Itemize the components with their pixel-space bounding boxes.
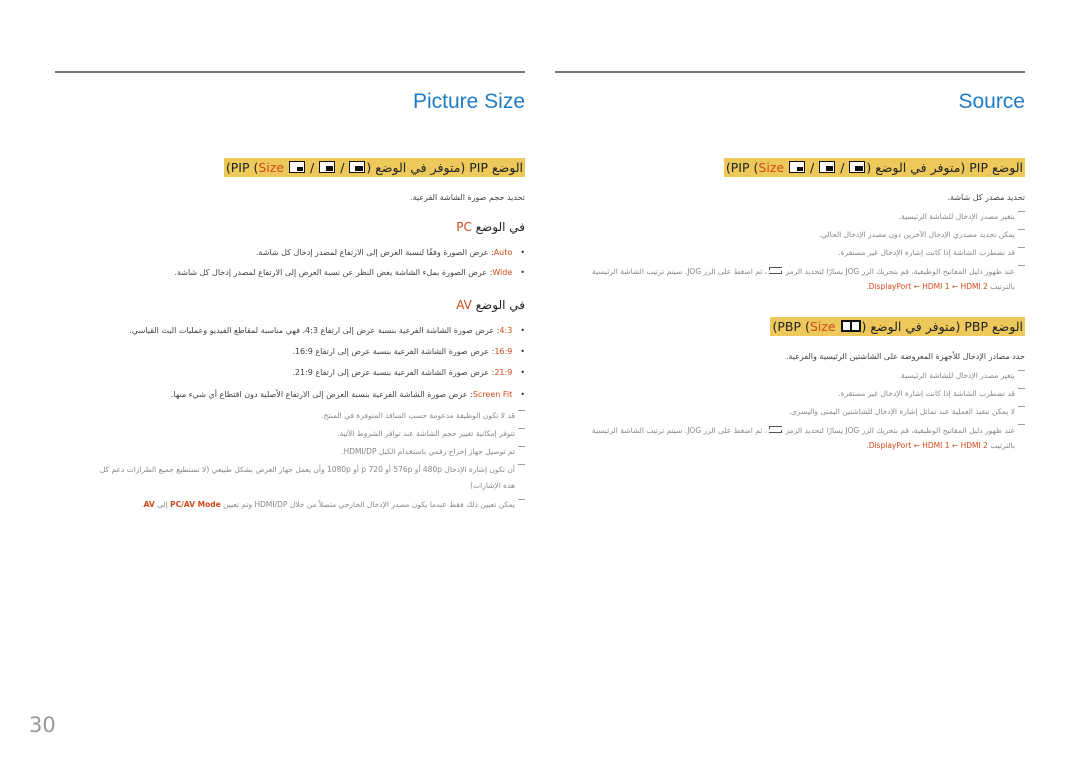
note: تم توصيل جهاز إخراج رقمي باستخدام الكبل … — [341, 446, 525, 456]
pip-mode-heading: الوضع PIP (متوفر في الوضع PIP (Size / / … — [723, 158, 1025, 177]
pip-medium-icon — [819, 161, 836, 173]
note: تتوفر إمكانية تغيير حجم الشاشة عند توافر… — [337, 428, 525, 438]
section-title: Picture Size — [412, 90, 525, 113]
note: أن تكون إشارة الإدخال 480p أو 576p أو 72… — [100, 464, 526, 474]
option-text: : عرض الصورة بملء الشاشة بغض النظر عن نس… — [174, 268, 493, 277]
option-key: Screen Fit — [472, 390, 513, 399]
note-pc-av-mode: يمكن تعيين ذلك فقط عندما يكون مصدر الإدخ… — [141, 499, 525, 509]
picture-size-description: تحديد حجم صورة الشاشة الفرعية. — [410, 193, 525, 202]
note-order: بالترتيب DisplayPort ← HDMI 1 ← HDMI 2. — [866, 282, 1015, 291]
pip-small-icon — [789, 161, 806, 173]
pc-item-wide: Wide: عرض الصورة بملء الشاشة بغض النظر ع… — [174, 268, 525, 277]
pip-large-icon — [849, 161, 866, 173]
note: يتغير مصدر الإدخال للشاشة الرئيسية. — [899, 211, 1026, 221]
note-text: ، ثم اضغط على الزر JOG. سيتم ترتيب الشاش… — [592, 426, 768, 435]
swap-icon — [769, 425, 783, 434]
page-number: 30 — [29, 713, 56, 737]
option-key: 16:9 — [494, 347, 513, 356]
section-divider — [55, 71, 525, 73]
option-text: : عرض صورة الشاشة الفرعية بنسبة العرض إل… — [170, 390, 473, 399]
note-text: بالترتيب — [987, 441, 1015, 450]
note: لا يمكن تنفيذ العملية عند تماثل إشارة ال… — [789, 406, 1026, 416]
note-text: إلى — [154, 500, 171, 509]
menu-key: PC/AV Mode — [170, 500, 221, 509]
option-key: Wide — [492, 268, 513, 277]
pbp-icon — [840, 320, 861, 332]
separator: / — [806, 160, 819, 175]
separator: / — [336, 160, 349, 175]
note-text: بالترتيب — [987, 282, 1015, 291]
size-label: Size — [758, 160, 785, 175]
source-order: DisplayPort ← HDMI 1 ← HDMI 2 — [868, 441, 988, 450]
note: يتغير مصدر الإدخال للشاشة الرئيسية. — [899, 370, 1026, 380]
av-item-21-9: 21:9: عرض صورة الشاشة الفرعية بنسبة عرض … — [292, 368, 525, 377]
pip-large-icon — [349, 161, 366, 173]
pip-mode-heading: الوضع PIP (متوفر في الوضع PIP (Size / / … — [223, 158, 525, 177]
mode-label: PC — [456, 220, 472, 234]
menu-key: AV — [143, 500, 155, 509]
av-item-16-9: 16:9: عرض صورة الشاشة الفرعية بنسبة عرض … — [292, 347, 525, 356]
pbp-mode-heading: الوضع PBP (متوفر في الوضع PBP (Size )) — [770, 317, 1025, 336]
option-text: : عرض الصورة وفقًا لنسبة العرض إلى الارت… — [255, 248, 494, 257]
av-mode-heading: في الوضع AV — [456, 298, 525, 312]
separator: / — [836, 160, 849, 175]
note-text: عند ظهور دليل المفاتيح الوظيفية، قم بتحر… — [783, 267, 1015, 276]
option-text: : عرض صورة الشاشة الفرعية بنسبة عرض إلى … — [129, 326, 500, 335]
heading-prefix: في الوضع — [471, 220, 525, 234]
av-item-screen-fit: Screen Fit: عرض صورة الشاشة الفرعية بنسب… — [171, 390, 525, 399]
size-label: Size — [258, 160, 285, 175]
pc-mode-heading: في الوضع PC — [456, 220, 525, 234]
option-key: 21:9 — [494, 368, 513, 377]
size-label: Size — [809, 319, 836, 334]
option-text: : عرض صورة الشاشة الفرعية بنسبة عرض إلى … — [292, 368, 495, 377]
note-order: بالترتيب DisplayPort ← HDMI 1 ← HDMI 2. — [866, 441, 1015, 450]
note: يمكن تحديد مصدري الإدخال الآخرين دون مصد… — [819, 229, 1026, 239]
option-text: : عرض صورة الشاشة الفرعية بنسبة عرض إلى … — [292, 347, 495, 356]
source-order: DisplayPort ← HDMI 1 ← HDMI 2 — [868, 282, 988, 291]
note-text: عند ظهور دليل المفاتيح الوظيفية، قم بتحر… — [783, 426, 1015, 435]
note-text: ، ثم اضغط على الزر JOG. سيتم ترتيب الشاش… — [592, 267, 768, 276]
note-jog: عند ظهور دليل المفاتيح الوظيفية، قم بتحر… — [592, 424, 1025, 435]
option-key: Auto — [493, 248, 513, 257]
option-key: 4:3 — [499, 326, 513, 335]
heading-prefix: في الوضع — [471, 298, 525, 312]
note: قد تضطرب الشاشة إذا كانت إشارة الإدخال غ… — [838, 247, 1025, 257]
swap-icon — [769, 266, 783, 275]
section-title: Source — [958, 90, 1025, 113]
source-pbp-description: حدد مصادر الإدخال للأجهزة المعروضة على ا… — [785, 352, 1025, 361]
pc-item-auto: Auto: عرض الصورة وفقًا لنسبة العرض إلى ا… — [256, 248, 525, 257]
note-jog: عند ظهور دليل المفاتيح الوظيفية، قم بتحر… — [592, 265, 1025, 276]
pip-medium-icon — [319, 161, 336, 173]
note-text: يمكن تعيين ذلك فقط عندما يكون مصدر الإدخ… — [220, 500, 515, 509]
note: قد تضطرب الشاشة إذا كانت إشارة الإدخال غ… — [838, 388, 1025, 398]
note: قد لا تكون الوظيفة مدعومة حسب المنافذ ال… — [321, 410, 525, 420]
av-item-4-3: 4:3: عرض صورة الشاشة الفرعية بنسبة عرض إ… — [129, 326, 525, 335]
section-divider — [555, 71, 1025, 73]
note-continuation: هذه الإشارات) — [470, 481, 515, 490]
source-pip-description: تحديد مصدر كل شاشة. — [947, 193, 1025, 202]
separator: / — [306, 160, 319, 175]
pip-small-icon — [289, 161, 306, 173]
mode-label: AV — [456, 298, 472, 312]
